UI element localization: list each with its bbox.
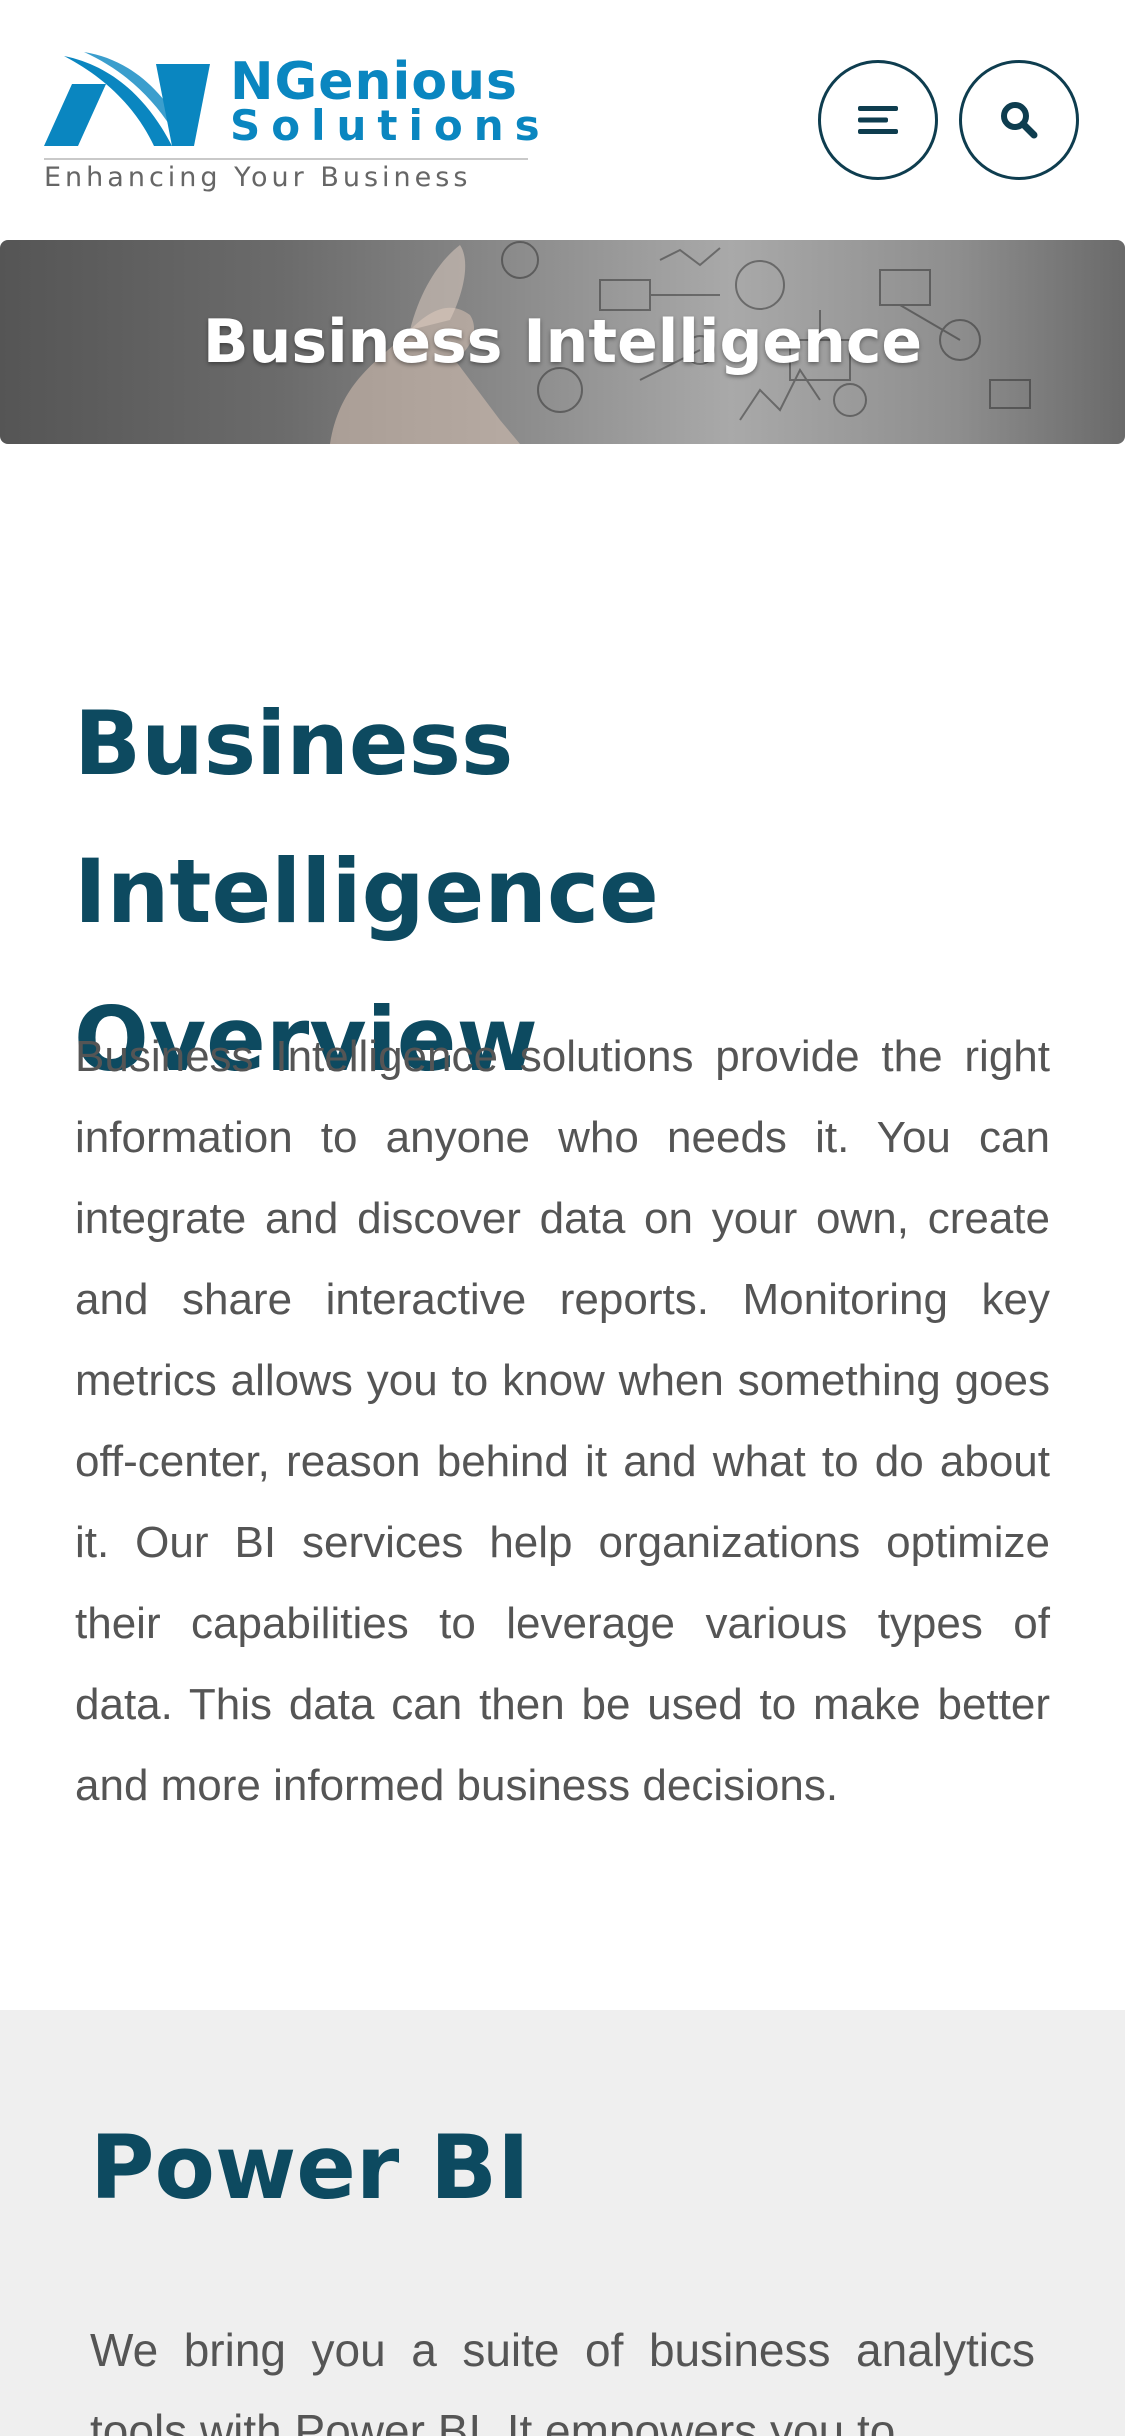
logo-mark-icon [44, 52, 210, 146]
powerbi-text: We bring you a suite of business analyti… [90, 2324, 1035, 2436]
menu-button[interactable] [818, 60, 938, 180]
logo-divider [44, 158, 528, 160]
logo-tagline: Enhancing Your Business [44, 162, 472, 193]
powerbi-section: Power BI We bring you a suite of busines… [0, 2010, 1125, 2436]
search-icon [1001, 102, 1038, 139]
search-button[interactable] [959, 60, 1079, 180]
site-header: NGenious Solutions Enhancing Your Busine… [0, 0, 1125, 240]
logo-subname: Solutions [230, 101, 551, 150]
menu-icon [858, 106, 898, 134]
hero-title: Business Intelligence [202, 307, 923, 377]
powerbi-title: Power BI [90, 2116, 530, 2219]
hero-banner: Business Intelligence [0, 240, 1125, 444]
company-logo[interactable]: NGenious Solutions Enhancing Your Busine… [44, 40, 540, 200]
overview-text: Business Intelligence solutions provide … [75, 1032, 1050, 1810]
